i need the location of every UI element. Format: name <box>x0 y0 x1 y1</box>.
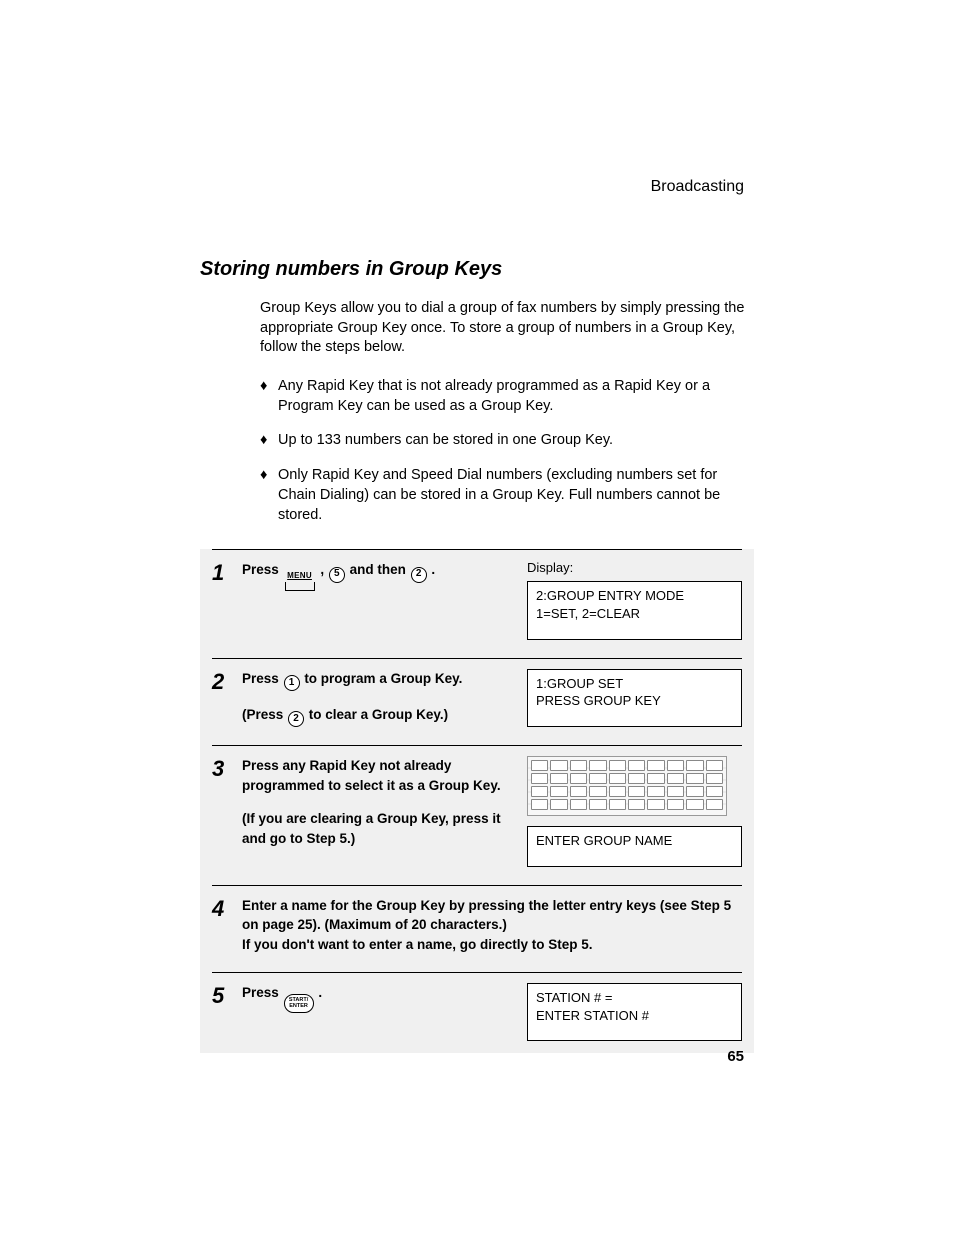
step-instruction: Press START/ ENTER . <box>242 983 509 1013</box>
section-header: Broadcasting <box>651 178 744 196</box>
bullet-list: ♦Any Rapid Key that is not already progr… <box>260 376 754 526</box>
text: to program a Group Key. <box>304 671 462 686</box>
display-line: ENTER GROUP NAME <box>536 832 733 850</box>
text: Press <box>242 671 283 686</box>
step-instruction: Enter a name for the Group Key by pressi… <box>242 896 742 955</box>
text: (If you are clearing a Group Key, press … <box>242 809 509 848</box>
text: , <box>320 562 328 577</box>
page-title: Storing numbers in Group Keys <box>200 258 754 281</box>
step-4: 4 Enter a name for the Group Key by pres… <box>212 885 742 973</box>
step-1: 1 Press MENU , 5 and then 2 . Display: <box>212 549 742 657</box>
steps-container: 1 Press MENU , 5 and then 2 . Display: <box>200 549 754 1053</box>
display-line: 2:GROUP ENTRY MODE <box>536 587 733 605</box>
bullet-text: Up to 133 numbers can be stored in one G… <box>278 430 613 450</box>
key-1-icon: 1 <box>284 675 300 691</box>
step-instruction: Press MENU , 5 and then 2 . <box>242 560 509 591</box>
display-line: PRESS GROUP KEY <box>536 692 733 710</box>
text: (Press <box>242 707 287 722</box>
step-number: 2 <box>212 669 242 693</box>
step-display: STATION # = ENTER STATION # <box>527 983 742 1041</box>
key-5-icon: 5 <box>329 567 345 583</box>
display-line: 1:GROUP SET <box>536 675 733 693</box>
step-3: 3 Press any Rapid Key not already progra… <box>212 745 742 885</box>
display-label: Display: <box>527 560 742 575</box>
text: Press any Rapid Key not already programm… <box>242 756 509 795</box>
step-number: 4 <box>212 896 242 920</box>
bullet-item: ♦Only Rapid Key and Speed Dial numbers (… <box>260 465 754 526</box>
step-number: 5 <box>212 983 242 1007</box>
text: to clear a Group Key.) <box>309 707 448 722</box>
display-box: 2:GROUP ENTRY MODE 1=SET, 2=CLEAR <box>527 581 742 639</box>
text: . <box>318 985 322 1000</box>
step-display: Display: 2:GROUP ENTRY MODE 1=SET, 2=CLE… <box>527 560 742 639</box>
step-instruction: Press 1 to program a Group Key. (Press 2… <box>242 669 509 728</box>
bullet-text: Only Rapid Key and Speed Dial numbers (e… <box>278 465 754 526</box>
display-line: STATION # = <box>536 989 733 1007</box>
page: Broadcasting Storing numbers in Group Ke… <box>0 0 954 1235</box>
key-label: ENTER <box>289 1004 308 1010</box>
step-5: 5 Press START/ ENTER . STATION # = ENTER… <box>212 972 742 1047</box>
text: Press <box>242 985 283 1000</box>
display-box: ENTER GROUP NAME <box>527 826 742 867</box>
start-enter-key-icon: START/ ENTER <box>284 994 314 1013</box>
intro-paragraph: Group Keys allow you to dial a group of … <box>260 299 754 358</box>
display-line: ENTER STATION # <box>536 1007 733 1025</box>
page-number: 65 <box>727 1048 744 1065</box>
rapid-key-panel-icon <box>527 756 727 816</box>
menu-key-label: MENU <box>285 570 315 582</box>
display-line: 1=SET, 2=CLEAR <box>536 605 733 623</box>
menu-key-icon: MENU <box>285 570 315 591</box>
display-box: 1:GROUP SET PRESS GROUP KEY <box>527 669 742 727</box>
bullet-item: ♦Up to 133 numbers can be stored in one … <box>260 430 754 450</box>
step-2: 2 Press 1 to program a Group Key. (Press… <box>212 658 742 746</box>
text: and then <box>350 562 410 577</box>
step-number: 1 <box>212 560 242 584</box>
bullet-text: Any Rapid Key that is not already progra… <box>278 376 754 417</box>
key-2-icon: 2 <box>411 567 427 583</box>
text: . <box>431 562 435 577</box>
key-2-icon: 2 <box>288 711 304 727</box>
display-box: STATION # = ENTER STATION # <box>527 983 742 1041</box>
bullet-item: ♦Any Rapid Key that is not already progr… <box>260 376 754 417</box>
step-number: 3 <box>212 756 242 780</box>
text: Press <box>242 562 283 577</box>
step-instruction: Press any Rapid Key not already programm… <box>242 756 509 848</box>
step-display: 1:GROUP SET PRESS GROUP KEY <box>527 669 742 727</box>
step-display: ENTER GROUP NAME <box>527 756 742 867</box>
